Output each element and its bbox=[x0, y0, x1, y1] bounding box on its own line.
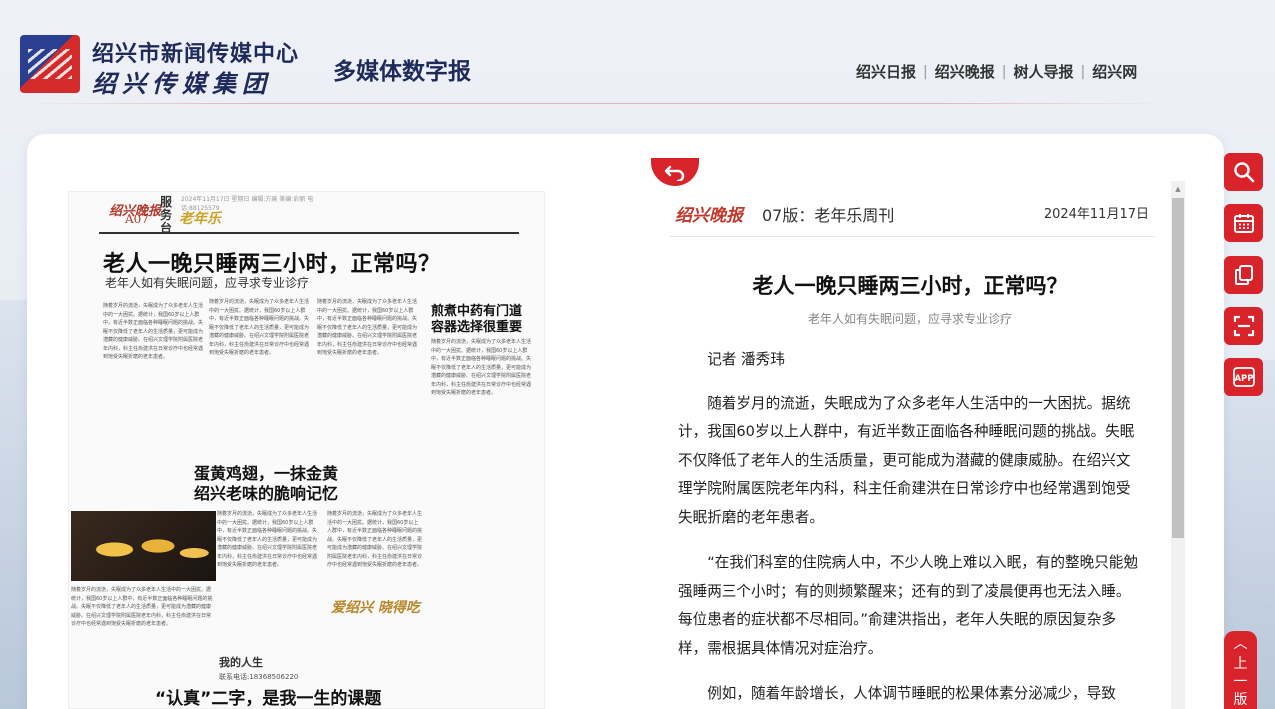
nav-separator: | bbox=[1080, 63, 1086, 80]
app-icon: APP bbox=[1232, 367, 1255, 387]
calendar-icon bbox=[1233, 214, 1254, 233]
header-divider bbox=[20, 103, 1170, 104]
np-page-number: A07 bbox=[125, 212, 149, 226]
search-button[interactable] bbox=[1224, 153, 1263, 191]
np-headline-3[interactable]: “认真”二字，是我一生的课题 bbox=[155, 684, 381, 708]
copy-icon bbox=[1234, 265, 1253, 285]
nav-link-shaoxing-net[interactable]: 绍兴网 bbox=[1092, 61, 1137, 82]
search-icon bbox=[1233, 162, 1254, 183]
scrollbar-up-arrow-icon[interactable]: ▲ bbox=[1171, 181, 1185, 197]
np-headline-2[interactable]: 蛋黄鸡翅，一抹金黄 绍兴老味的脆响记忆 bbox=[171, 464, 361, 504]
paper-name: 绍兴晚报 bbox=[675, 206, 743, 226]
nav-link-shaoxing-daily[interactable]: 绍兴日报 bbox=[856, 61, 916, 82]
article-paragraph: “在我们科室的住院病人中，不少人晚上难以入眠，有的整晚只能勉强睡两三个小时；有的… bbox=[678, 554, 1138, 657]
np-column-text: 随着岁月的流逝，失眠成为了众多老年人生活中的一大困扰。据统计，我国60岁以上人群… bbox=[103, 303, 203, 360]
previous-page-button[interactable]: ︿ 上一版 bbox=[1224, 631, 1257, 709]
copy-button[interactable] bbox=[1224, 256, 1263, 294]
np-column-text: 随着岁月的流逝，失眠成为了众多老年人生活中的一大困扰。据统计，我国60岁以上人群… bbox=[71, 587, 213, 627]
article-paragraph: 随着岁月的流逝，失眠成为了众多老年人生活中的一大困扰。据统计，我国60岁以上人群… bbox=[678, 394, 1135, 526]
article-header: 绍兴晚报 07版：老年乐周刊 2024年11月17日 bbox=[670, 197, 1155, 237]
publish-date: 2024年11月17日 bbox=[1043, 207, 1149, 222]
site-title: 多媒体数字报 bbox=[333, 58, 471, 85]
article-title: 老人一晚只睡两三小时，正常吗？ bbox=[752, 274, 1068, 298]
nav-separator: | bbox=[1001, 63, 1007, 80]
top-nav: 绍兴日报 | 绍兴晚报 | 树人导报 | 绍兴网 bbox=[856, 61, 1137, 82]
nav-separator: | bbox=[923, 63, 928, 80]
brand-logo[interactable] bbox=[20, 35, 80, 93]
previous-page-label: 上一版 bbox=[1233, 656, 1248, 708]
np-column-text: 随着岁月的流逝，失眠成为了众多老年人生活中的一大困扰。据统计，我国60岁以上人群… bbox=[317, 299, 417, 356]
article-body: 记者 潘秀玮 随着岁月的流逝，失眠成为了众多老年人生活中的一大困扰。据统计，我国… bbox=[678, 346, 1138, 709]
site-header: 绍兴市新闻传媒中心 绍兴传媒集团 多媒体数字报 绍兴日报 | 绍兴晚报 | 树人… bbox=[0, 0, 1275, 105]
scan-button[interactable] bbox=[1224, 307, 1263, 345]
article-subtitle: 老年人如有失眠问题，应寻求专业诊疗 bbox=[807, 312, 1012, 326]
scrollbar-thumb[interactable] bbox=[1172, 198, 1184, 538]
np-column-text: 随着岁月的流逝，失眠成为了众多老年人生活中的一大困扰。据统计，我国60岁以上人群… bbox=[217, 511, 317, 568]
article-author: 记者 潘秀玮 bbox=[707, 351, 785, 368]
svg-text:APP: APP bbox=[1234, 374, 1253, 384]
np-rule bbox=[99, 232, 519, 234]
chevron-up-icon: ︿ bbox=[1233, 636, 1248, 652]
return-arrow-icon bbox=[664, 165, 685, 181]
nav-link-shaoxing-evening[interactable]: 绍兴晚报 bbox=[935, 61, 995, 82]
scan-icon bbox=[1233, 315, 1254, 337]
app-button[interactable]: APP bbox=[1224, 358, 1263, 396]
np-column-text: 随着岁月的流逝，失眠成为了众多老年人生活中的一大困扰。据统计，我国60岁以上人群… bbox=[209, 299, 309, 356]
brand-group-name: 绍兴传媒集团 bbox=[92, 69, 272, 98]
nav-link-shuren-herald[interactable]: 树人导报 bbox=[1013, 61, 1073, 82]
np-contact: 联系电话:18368506220 bbox=[219, 673, 299, 681]
np-food-photo bbox=[71, 511, 216, 581]
calendar-button[interactable] bbox=[1224, 204, 1263, 242]
edition-label: 07版：老年乐周刊 bbox=[762, 206, 895, 225]
newspaper-page-image[interactable]: 绍兴晚报 A07 服务台 老年乐 2024年11月17日 星期日 编辑:方瑜 美… bbox=[68, 191, 545, 709]
np-column-text: 随着岁月的流逝，失眠成为了众多老年人生活中的一大困扰。据统计，我国60岁以上人群… bbox=[431, 339, 531, 396]
np-column-text: 随着岁月的流逝，失眠成为了众多老年人生活中的一大困扰。据统计，我国60岁以上人群… bbox=[327, 511, 423, 568]
np-stamp-logo: 爱绍兴 晓得吃 bbox=[331, 600, 420, 616]
np-section-label: 服务台 bbox=[160, 195, 173, 235]
article-paragraph: 例如，随着年龄增长，人体调节睡眠的松果体素分泌减少，导致 bbox=[707, 685, 1116, 702]
np-side-headline[interactable]: 煎煮中药有门道 容器选择很重要 bbox=[431, 304, 522, 336]
np-footer-logo: 我的人生 bbox=[219, 656, 263, 669]
np-subheadline: 老年人如有失眠问题，应寻求专业诊疗 bbox=[105, 276, 310, 290]
np-meta: 2024年11月17日 星期日 编辑:方瑜 美编:俞丽 电话:88125579 bbox=[181, 196, 314, 212]
